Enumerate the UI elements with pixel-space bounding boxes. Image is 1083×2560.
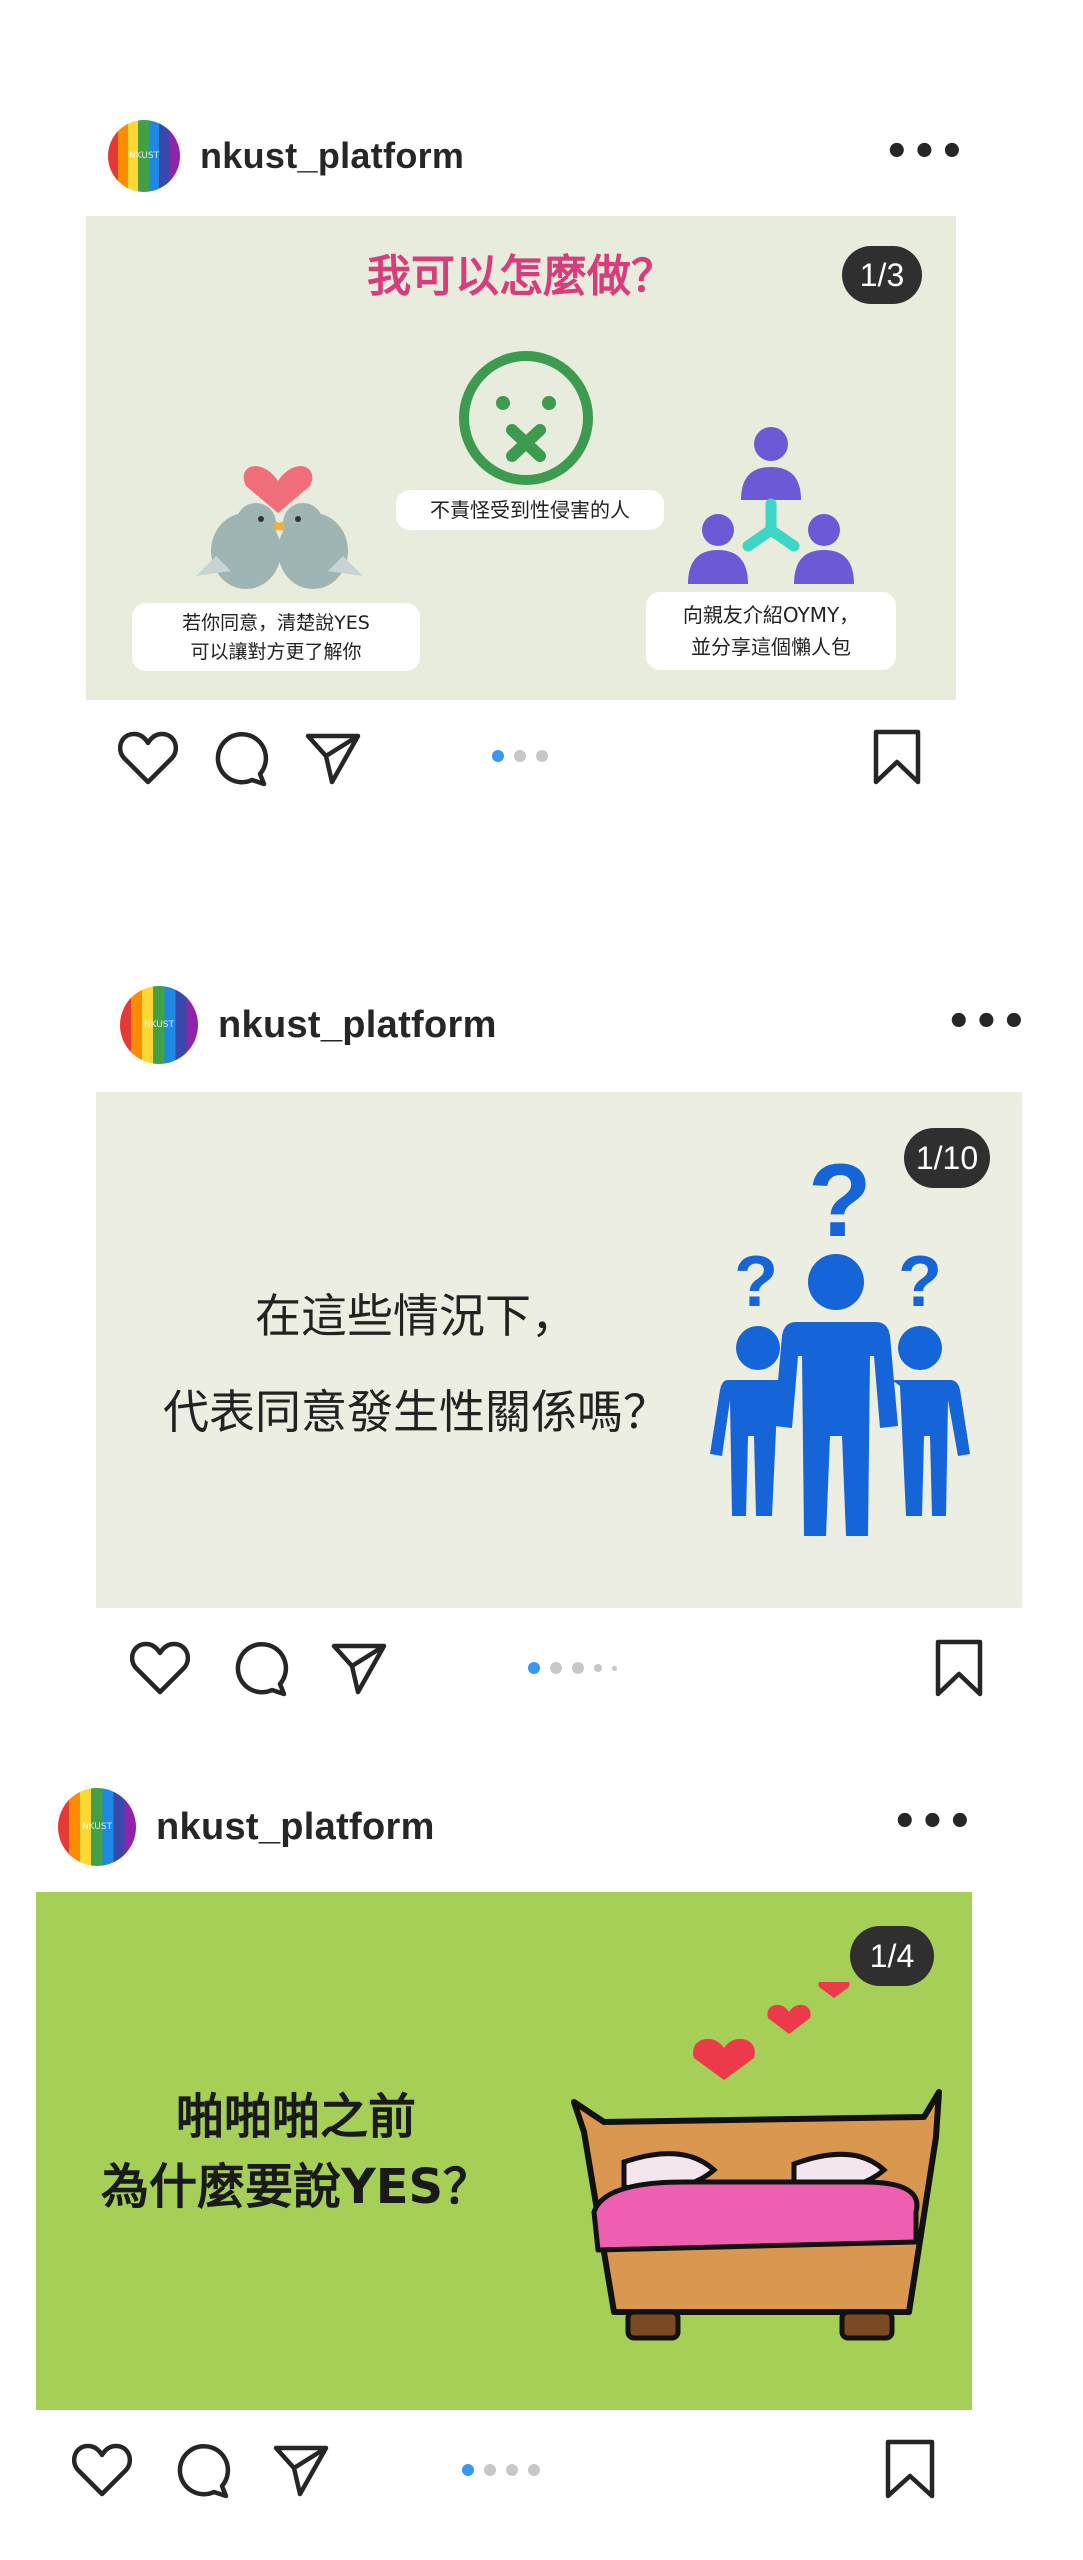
carousel-dot	[528, 1662, 540, 1674]
carousel-dots	[462, 2464, 540, 2476]
svg-text:?: ?	[898, 1242, 942, 1322]
paper-plane-icon[interactable]	[304, 728, 362, 786]
username[interactable]: nkust_platform	[156, 1806, 435, 1849]
slide-text-line-2: 為什麼要說YES？	[100, 2159, 492, 2215]
sealed-mouth-face-icon	[459, 351, 593, 485]
slide-text-line-1: 在這些情況下，	[255, 1289, 577, 1343]
carousel-dot	[550, 1662, 562, 1674]
left-caption: 若你同意，清楚說YES 可以讓對方更了解你	[132, 603, 420, 671]
paper-plane-icon[interactable]	[330, 1638, 388, 1696]
love-birds-icon	[196, 466, 363, 589]
avatar[interactable]: NKUST	[120, 986, 198, 1064]
bed-with-hearts-icon	[571, 1982, 942, 2341]
carousel-dots	[528, 1662, 617, 1674]
center-caption: 不責怪受到性侵害的人	[396, 490, 664, 530]
post-image[interactable]: 1/4 啪啪啪之前 為什麼要說YES？	[36, 1892, 972, 2410]
slide-title: 我可以怎麼做？	[367, 251, 675, 302]
right-caption: 向親友介紹OYMY， 並分享這個懶人包	[646, 592, 896, 670]
heart-icon[interactable]	[72, 2442, 132, 2498]
avatar[interactable]: NKUST	[58, 1788, 136, 1866]
left-caption-line-1: 若你同意，清楚說YES	[182, 612, 370, 634]
slide-counter-badge: 1/4	[850, 1926, 934, 1986]
people-network-icon	[688, 427, 854, 584]
carousel-dot	[484, 2464, 496, 2476]
avatar-text: NKUST	[81, 1822, 113, 1832]
carousel-dots	[492, 750, 548, 762]
slide-text-line-2: 代表同意發生性關係嗎？	[163, 1385, 669, 1439]
bookmark-icon[interactable]	[872, 728, 922, 786]
carousel-dot	[528, 2464, 540, 2476]
avatar[interactable]: NKUST	[108, 120, 180, 192]
more-options-icon[interactable]: •••	[946, 1002, 1029, 1042]
more-options-icon[interactable]: •••	[884, 132, 967, 172]
right-caption-line-2: 並分享這個懶人包	[691, 635, 851, 659]
post-header: NKUST nkust_platform	[108, 120, 464, 192]
bookmark-icon[interactable]	[884, 2438, 936, 2500]
post-image[interactable]: 1/10 在這些情況下， 代表同意發生性關係嗎？ ? ? ?	[96, 1092, 1022, 1608]
comment-icon[interactable]	[212, 730, 270, 788]
carousel-dot	[492, 750, 504, 762]
slide-text-line-1: 啪啪啪之前	[175, 2089, 416, 2145]
carousel-dot	[536, 750, 548, 762]
post-header: NKUST nkust_platform	[120, 986, 497, 1064]
heart-icon[interactable]	[130, 1640, 190, 1696]
right-caption-line-1: 向親友介紹OYMY，	[682, 603, 860, 627]
post-header: NKUST nkust_platform	[58, 1788, 435, 1866]
svg-text:?: ?	[734, 1242, 778, 1322]
carousel-dot	[594, 1664, 602, 1672]
carousel-dot	[572, 1662, 584, 1674]
username[interactable]: nkust_platform	[218, 1004, 497, 1047]
left-caption-line-2: 可以讓對方更了解你	[190, 641, 362, 663]
slide-text: 在這些情況下， 代表同意發生性關係嗎？	[96, 1268, 736, 1460]
post-image[interactable]: 我可以怎麼做？ 1/3 不責怪受到性侵害的人 若你同意，清楚說YES 可以讓對方…	[86, 216, 956, 700]
carousel-dot	[612, 1665, 617, 1671]
slide-text: 啪啪啪之前 為什麼要說YES？	[76, 2082, 516, 2222]
avatar-text: NKUST	[143, 1020, 175, 1030]
paper-plane-icon[interactable]	[272, 2440, 330, 2498]
comment-icon[interactable]	[232, 1640, 290, 1698]
slide-counter-badge: 1/3	[842, 246, 922, 304]
bookmark-icon[interactable]	[934, 1638, 984, 1698]
carousel-dot	[506, 2464, 518, 2476]
heart-icon[interactable]	[118, 730, 178, 786]
comment-icon[interactable]	[174, 2442, 232, 2500]
avatar-text: NKUST	[128, 151, 160, 161]
username[interactable]: nkust_platform	[200, 135, 464, 177]
confused-people-icon: ? ? ?	[710, 1143, 970, 1536]
carousel-dot	[514, 750, 526, 762]
svg-text:?: ?	[808, 1143, 872, 1259]
more-options-icon[interactable]: •••	[892, 1802, 975, 1842]
carousel-dot	[462, 2464, 474, 2476]
